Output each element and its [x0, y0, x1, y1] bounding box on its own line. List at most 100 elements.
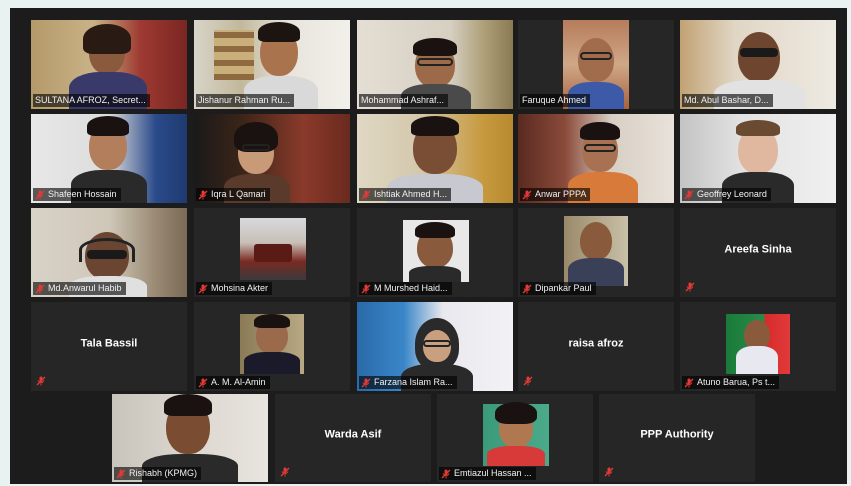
participant-name-label: M Murshed Haid... — [359, 282, 452, 295]
participant-tile[interactable]: Mohammad Ashraf... — [357, 20, 513, 109]
participant-name-label: Dipankar Paul — [520, 282, 596, 295]
participant-tile[interactable]: Iqra L Qamari — [194, 114, 350, 203]
participant-name-label: Md. Abul Bashar, D... — [682, 94, 773, 107]
hair — [736, 120, 780, 136]
hair — [413, 38, 457, 56]
participant-tile[interactable]: SULTANA AFROZ, Secret... — [31, 20, 187, 109]
mic-muted-icon — [361, 378, 371, 388]
participant-name: PPP Authority — [640, 428, 714, 441]
person-figure — [738, 32, 780, 82]
bookshelf — [214, 30, 254, 80]
participant-name-label: Jishanur Rahman Ru... — [196, 94, 295, 107]
participant-tile[interactable]: Shafeen Hossain — [31, 114, 187, 203]
participant-tile[interactable]: Areefa Sinha — [680, 208, 836, 297]
mic-muted-icon — [522, 190, 532, 200]
person-figure — [578, 38, 614, 82]
participant-name-label: A. M. Al-Amin — [196, 376, 270, 389]
participant-tile[interactable]: Geoffrey Leonard — [680, 114, 836, 203]
headphones — [79, 238, 135, 262]
mic-muted-icon — [522, 284, 532, 294]
person-body — [487, 446, 545, 466]
ship-model — [254, 244, 292, 262]
mic-muted-icon — [116, 469, 126, 479]
participant-name-label: Iqra L Qamari — [196, 188, 270, 201]
participant-name: Faruque Ahmed — [522, 95, 587, 105]
hair — [83, 24, 131, 54]
participant-tile[interactable]: Tala Bassil — [31, 302, 187, 391]
glasses — [417, 58, 453, 66]
participant-tile[interactable]: Ishtiak Ahmed H... — [357, 114, 513, 203]
gallery-view: SULTANA AFROZ, Secret... Jishanur Rahman… — [10, 8, 847, 484]
participant-tile[interactable]: Md. Abul Bashar, D... — [680, 20, 836, 109]
participant-name: Atuno Barua, Ps t... — [697, 377, 776, 387]
participant-name: A. M. Al-Amin — [211, 377, 266, 387]
participant-tile[interactable]: Warda Asif — [275, 394, 431, 482]
participant-name: Iqra L Qamari — [211, 189, 266, 199]
participant-name-label: Rishabh (KPMG) — [114, 467, 202, 480]
participant-name: M Murshed Haid... — [374, 283, 448, 293]
participant-name: raisa afroz — [568, 336, 624, 349]
participant-name: Jishanur Rahman Ru... — [198, 95, 291, 105]
hair — [164, 394, 212, 416]
participant-name: Md.Anwarul Habib — [48, 283, 122, 293]
participant-name: Mohsina Akter — [211, 283, 269, 293]
participant-name-label: SULTANA AFROZ, Secret... — [33, 94, 150, 107]
participant-name: Anwar PPPA — [535, 189, 587, 199]
participant-tile[interactable]: Rishabh (KPMG) — [112, 394, 268, 482]
hair — [495, 402, 537, 424]
participant-name: Geoffrey Leonard — [697, 189, 767, 199]
participant-name-label: Shafeen Hossain — [33, 188, 121, 201]
participant-tile[interactable]: Anwar PPPA — [518, 114, 674, 203]
participant-name: Emtiazul Hassan ... — [454, 468, 532, 478]
hair — [254, 314, 290, 328]
participant-name: Rishabh (KPMG) — [129, 468, 198, 478]
participant-tile[interactable]: Mohsina Akter — [194, 208, 350, 297]
participant-name: Md. Abul Bashar, D... — [684, 95, 769, 105]
hair — [580, 122, 620, 140]
participant-name-label: Geoffrey Leonard — [682, 188, 771, 201]
person-body — [736, 346, 778, 374]
participant-tile[interactable]: Faruque Ahmed — [518, 20, 674, 109]
mic-muted-icon — [35, 284, 45, 294]
mic-muted-icon — [361, 284, 371, 294]
participant-tile[interactable]: Atuno Barua, Ps t... — [680, 302, 836, 391]
glasses — [242, 144, 270, 151]
mic-muted-icon — [684, 190, 694, 200]
participant-name: Areefa Sinha — [724, 242, 792, 255]
mic-muted-icon — [684, 378, 694, 388]
person-body — [244, 352, 300, 374]
participant-name: Tala Bassil — [80, 336, 138, 349]
person-figure — [580, 222, 612, 260]
participant-name-label: Emtiazul Hassan ... — [439, 467, 536, 480]
hair — [411, 116, 459, 136]
participant-tile[interactable]: Emtiazul Hassan ... — [437, 394, 593, 482]
mic-muted-icon — [685, 282, 695, 292]
glasses — [580, 52, 612, 60]
mic-muted-icon — [523, 376, 533, 386]
participant-name: Mohammad Ashraf... — [361, 95, 445, 105]
participant-tile[interactable]: Farzana Islam Ra... — [357, 302, 513, 391]
participant-tile[interactable]: M Murshed Haid... — [357, 208, 513, 297]
participant-name: Shafeen Hossain — [48, 189, 117, 199]
participant-name-label: Mohsina Akter — [196, 282, 273, 295]
participant-tile[interactable]: PPP Authority — [599, 394, 755, 482]
hair — [258, 22, 300, 42]
participant-name-label: Faruque Ahmed — [520, 94, 591, 107]
participant-tile[interactable]: A. M. Al-Amin — [194, 302, 350, 391]
participant-name-label: Farzana Islam Ra... — [359, 376, 457, 389]
participant-tile[interactable]: Dipankar Paul — [518, 208, 674, 297]
participant-name-label: Atuno Barua, Ps t... — [682, 376, 780, 389]
participant-name: Ishtiak Ahmed H... — [374, 189, 448, 199]
mic-muted-icon — [604, 467, 614, 477]
participant-tile[interactable]: Md.Anwarul Habib — [31, 208, 187, 297]
participant-tile[interactable]: Jishanur Rahman Ru... — [194, 20, 350, 109]
participant-name: SULTANA AFROZ, Secret... — [35, 95, 146, 105]
participant-name-label: Md.Anwarul Habib — [33, 282, 126, 295]
glasses — [584, 144, 616, 152]
participant-name: Farzana Islam Ra... — [374, 377, 453, 387]
person-body — [409, 266, 461, 282]
hair — [415, 222, 455, 238]
participant-name: Warda Asif — [324, 428, 382, 441]
participant-tile[interactable]: raisa afroz — [518, 302, 674, 391]
participant-name-label: Ishtiak Ahmed H... — [359, 188, 452, 201]
